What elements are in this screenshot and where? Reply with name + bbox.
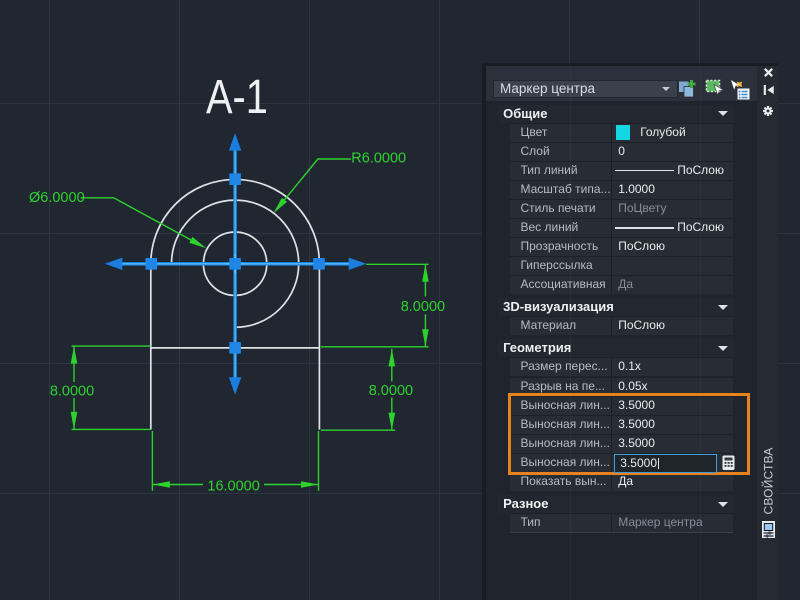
svg-text:R6.0000: R6.0000 xyxy=(351,151,406,167)
svg-text:8.0000: 8.0000 xyxy=(50,383,94,399)
svg-text:Ø6.0000: Ø6.0000 xyxy=(29,190,85,206)
svg-text:8.0000: 8.0000 xyxy=(401,299,445,315)
svg-text:8.0000: 8.0000 xyxy=(369,383,413,399)
svg-text:16.0000: 16.0000 xyxy=(207,479,259,495)
